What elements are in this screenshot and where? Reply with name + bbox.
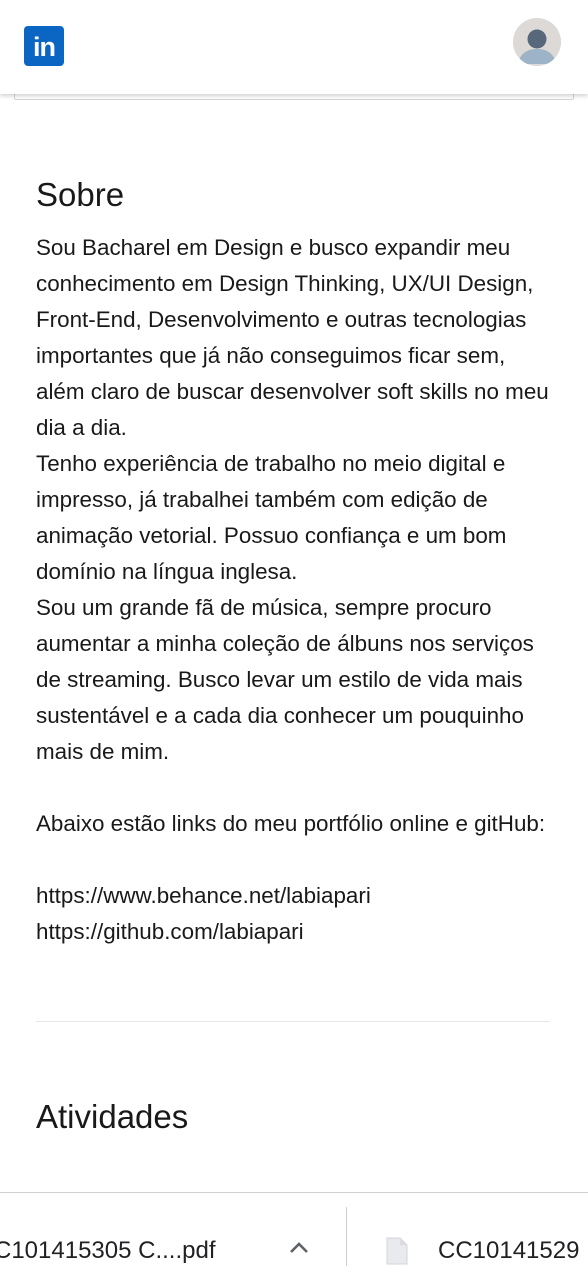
top-navigation-bar: in	[0, 0, 588, 94]
downloads-separator	[346, 1207, 347, 1266]
about-description: Sou Bacharel em Design e busco expandir …	[36, 235, 549, 944]
activities-section-title: Atividades	[36, 1098, 189, 1135]
user-avatar-icon[interactable]	[513, 18, 561, 66]
logo-text: in	[33, 32, 56, 62]
downloads-bar: C101415305 C....pdf CC10141529	[0, 1192, 588, 1266]
download-item-label[interactable]: C101415305 C....pdf	[0, 1237, 216, 1265]
section-divider	[36, 1021, 549, 1022]
download-item-label[interactable]: CC10141529	[438, 1237, 579, 1265]
chevron-up-icon[interactable]	[288, 1239, 310, 1255]
about-section-title: Sobre	[36, 176, 125, 213]
profile-card-edge	[14, 94, 574, 100]
file-icon	[386, 1237, 408, 1265]
linkedin-logo-icon[interactable]: in	[24, 26, 64, 66]
avatar-silhouette-icon	[513, 18, 561, 66]
